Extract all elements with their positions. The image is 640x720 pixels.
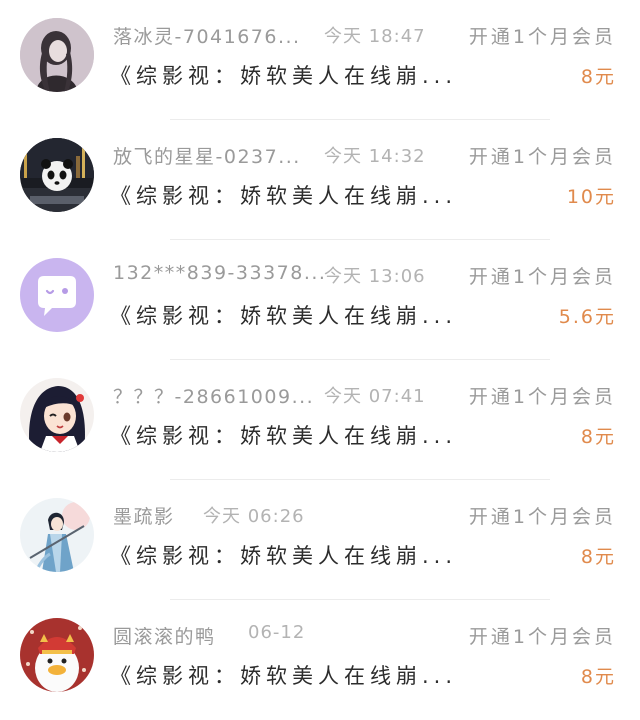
user-name: 放飞的星星-0237... <box>113 146 301 168</box>
price: 10元 <box>566 186 616 208</box>
user-name: 落冰灵-7041676... <box>113 26 301 48</box>
action-text: 开通1个月会员 <box>468 506 616 528</box>
duck-lion-avatar[interactable] <box>20 618 94 692</box>
book-title[interactable]: 《综影视：娇软美人在线崩... <box>110 300 457 330</box>
list-item[interactable]: 132***839-33378... 今天 13:06 开通1个月会员 《综影视… <box>0 240 640 360</box>
user-name: 墨疏影 <box>113 506 175 528</box>
action-text: 开通1个月会员 <box>468 146 616 168</box>
book-title[interactable]: 《综影视：娇软美人在线崩... <box>110 60 457 90</box>
user-name: ？？？-28661009... <box>113 386 315 408</box>
price: 5.6元 <box>558 306 616 328</box>
list-item[interactable]: 墨疏影 今天 06:26 开通1个月会员 《综影视：娇软美人在线崩... 8元 <box>0 480 640 600</box>
timestamp: 今天 13:06 <box>324 266 426 287</box>
girl-portrait-avatar[interactable] <box>20 18 94 92</box>
action-text: 开通1个月会员 <box>468 26 616 48</box>
timestamp: 今天 07:41 <box>324 386 426 407</box>
list-item[interactable]: ？？？-28661009... 今天 07:41 开通1个月会员 《综影视：娇软… <box>0 360 640 480</box>
book-title[interactable]: 《综影视：娇软美人在线崩... <box>110 660 457 690</box>
user-name: 圆滚滚的鸭 <box>113 626 216 648</box>
panda-night-avatar[interactable] <box>20 138 94 212</box>
action-text: 开通1个月会员 <box>468 626 616 648</box>
book-title[interactable]: 《综影视：娇软美人在线崩... <box>110 540 457 570</box>
price: 8元 <box>580 66 616 88</box>
chat-bubble-avatar[interactable] <box>20 258 94 332</box>
user-name: 132***839-33378... <box>113 262 327 284</box>
list-item[interactable]: 放飞的星星-0237... 今天 14:32 开通1个月会员 《综影视：娇软美人… <box>0 120 640 240</box>
action-text: 开通1个月会员 <box>468 386 616 408</box>
list-item[interactable]: 圆滚滚的鸭 06-12 开通1个月会员 《综影视：娇软美人在线崩... 8元 <box>0 600 640 720</box>
timestamp: 今天 14:32 <box>324 146 426 167</box>
price: 8元 <box>580 546 616 568</box>
book-title[interactable]: 《综影视：娇软美人在线崩... <box>110 180 457 210</box>
list-item[interactable]: 落冰灵-7041676... 今天 18:47 开通1个月会员 《综影视：娇软美… <box>0 0 640 120</box>
timestamp: 06-12 <box>248 622 306 643</box>
price: 8元 <box>580 666 616 688</box>
price: 8元 <box>580 426 616 448</box>
action-text: 开通1个月会员 <box>468 266 616 288</box>
anime-girl-avatar[interactable] <box>20 378 94 452</box>
timestamp: 今天 06:26 <box>203 506 305 527</box>
timestamp: 今天 18:47 <box>324 26 426 47</box>
purchase-list: 落冰灵-7041676... 今天 18:47 开通1个月会员 《综影视：娇软美… <box>0 0 640 711</box>
swordsman-avatar[interactable] <box>20 498 94 572</box>
book-title[interactable]: 《综影视：娇软美人在线崩... <box>110 420 457 450</box>
